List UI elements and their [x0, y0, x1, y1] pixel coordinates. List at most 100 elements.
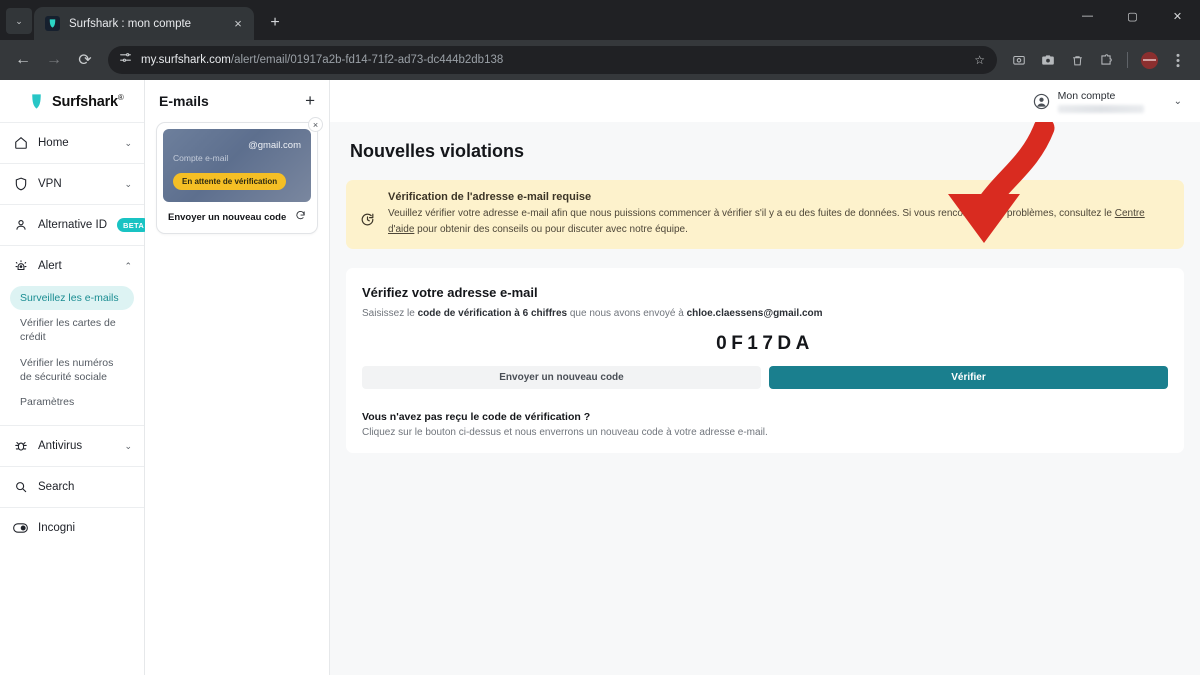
- desc-bold: code de vérification à 6 chiffres: [417, 308, 568, 319]
- desc-part2: que nous avons envoyé à: [567, 308, 687, 319]
- sidebar-item-label: Incogni: [38, 522, 76, 535]
- sidebar-item-home[interactable]: Home ⌄: [0, 122, 144, 163]
- incogni-icon: [13, 521, 28, 536]
- browser-toolbar: ← → ⟳ my.surfshark.com/alert/email/01917…: [0, 40, 1200, 80]
- minimize-button[interactable]: —: [1065, 0, 1110, 32]
- tab-strip: ⌄ Surfshark : mon compte × + — ▢ ✕: [0, 0, 1200, 40]
- account-menu[interactable]: Mon compte ⌄: [1033, 90, 1182, 113]
- trademark-symbol: ®: [117, 92, 124, 102]
- account-email-redacted: [1057, 104, 1144, 113]
- content-scroll: Nouvelles violations Vérification de l'a…: [330, 122, 1200, 675]
- sidebar-item-label: Alternative ID: [38, 219, 108, 231]
- emails-panel: E-mails + × @gmail.com Compte e-mail En …: [145, 80, 330, 675]
- verify-email-card: Vérifiez votre adresse e-mail Saisissez …: [346, 268, 1184, 453]
- sidebar-item-vpn[interactable]: VPN ⌄: [0, 163, 144, 204]
- main-area: Mon compte ⌄ Nouvelles violations Vérifi…: [330, 80, 1200, 675]
- chevron-down-icon: ⌄: [124, 178, 132, 189]
- tab-title: Surfshark : mon compte: [69, 17, 192, 30]
- sidebar: Surfshark® Home ⌄ VPN ⌄ Alternative ID B…: [0, 80, 151, 675]
- close-window-button[interactable]: ✕: [1155, 0, 1200, 32]
- sidebar-subitem-social-security[interactable]: Vérifier les numéros de sécurité sociale: [10, 351, 134, 389]
- bug-icon: [13, 439, 28, 454]
- verify-card-heading: Vérifiez votre adresse e-mail: [362, 285, 538, 300]
- new-tab-button[interactable]: +: [262, 10, 288, 36]
- reload-button[interactable]: ⟳: [71, 46, 99, 74]
- toolbar-divider: [1127, 52, 1128, 68]
- verification-code-input[interactable]: [635, 333, 895, 355]
- sidebar-item-search[interactable]: Search: [0, 466, 144, 507]
- recipient-email: chloe.claessens@gmail.com: [686, 308, 823, 319]
- bookmark-star-icon[interactable]: ☆: [974, 53, 985, 67]
- status-badge: En attente de vérification: [173, 173, 287, 190]
- shield-icon: [13, 177, 28, 192]
- url-host: my.surfshark.com: [141, 54, 231, 66]
- clock-refresh-icon: [360, 191, 377, 237]
- alert-subnav: Surveillez les e-mails Vérifier les cart…: [0, 286, 144, 425]
- desc-part1: Saisissez le: [362, 308, 418, 319]
- brand-logo-area[interactable]: Surfshark®: [0, 80, 144, 122]
- verify-card-description: Saisissez le code de vérification à 6 ch…: [362, 308, 1168, 319]
- maximize-button[interactable]: ▢: [1110, 0, 1155, 32]
- forward-button[interactable]: →: [40, 46, 68, 74]
- extensions-icon[interactable]: [1093, 47, 1119, 73]
- address-bar[interactable]: my.surfshark.com/alert/email/01917a2b-fd…: [108, 46, 997, 74]
- page-title: Nouvelles violations: [350, 141, 525, 161]
- email-card[interactable]: × @gmail.com Compte e-mail En attente de…: [156, 117, 323, 234]
- chevron-up-icon: ⌃: [124, 260, 132, 271]
- refresh-icon[interactable]: [295, 210, 306, 224]
- email-card-body: @gmail.com Compte e-mail En attente de v…: [163, 129, 311, 202]
- sidebar-item-antivirus[interactable]: Antivirus ⌄: [0, 425, 144, 466]
- browser-tab[interactable]: Surfshark : mon compte ×: [34, 7, 254, 40]
- code-input-wrap: [362, 326, 1168, 366]
- home-icon: [13, 136, 28, 151]
- verify-button[interactable]: Vérifier: [769, 366, 1168, 389]
- sidebar-item-label: Alert: [38, 260, 62, 272]
- banner-title: Vérification de l'adresse e-mail requise: [388, 191, 592, 203]
- verification-required-banner: Vérification de l'adresse e-mail requise…: [346, 180, 1184, 249]
- sidebar-item-label: VPN: [38, 178, 62, 190]
- profile-avatar[interactable]: [1136, 47, 1162, 73]
- window-controls: — ▢ ✕: [1065, 0, 1200, 40]
- chevron-down-icon[interactable]: ⌄: [1174, 96, 1182, 107]
- surfshark-icon: [45, 16, 60, 31]
- emails-panel-title: E-mails: [159, 93, 209, 109]
- url-path: /alert/email/01917a2b-fd14-71f2-ad73-dc4…: [230, 54, 504, 66]
- sidebar-item-incogni[interactable]: Incogni: [0, 507, 144, 548]
- verify-actions: Envoyer un nouveau code Vérifier: [362, 366, 1168, 389]
- page-content: Surfshark® Home ⌄ VPN ⌄ Alternative ID B…: [0, 80, 1200, 675]
- alert-icon: [13, 259, 28, 274]
- sidebar-item-label: Antivirus: [38, 440, 83, 453]
- resend-code-button[interactable]: Envoyer un nouveau code: [362, 366, 761, 389]
- account-label: Mon compte: [1057, 89, 1116, 102]
- chevron-down-icon: ⌄: [124, 440, 132, 451]
- sidebar-item-label: Search: [38, 481, 75, 494]
- email-card-subtitle: Compte e-mail: [173, 153, 229, 163]
- sidebar-item-alternative-id[interactable]: Alternative ID BETA: [0, 204, 151, 245]
- screenshot-icon[interactable]: [1006, 47, 1032, 73]
- surfshark-icon: [32, 93, 41, 109]
- sidebar-subitem-monitor-emails[interactable]: Surveillez les e-mails: [10, 286, 134, 311]
- banner-body: Veuillez vérifier votre adresse e-mail a…: [388, 206, 1170, 237]
- tab-search-button[interactable]: ⌄: [6, 8, 32, 34]
- tune-icon[interactable]: [119, 51, 132, 69]
- resend-code-row[interactable]: Envoyer un nouveau code: [163, 202, 311, 227]
- add-email-button[interactable]: +: [305, 91, 315, 111]
- camera-icon[interactable]: [1035, 47, 1061, 73]
- chevron-down-icon: ⌄: [15, 15, 23, 26]
- back-button[interactable]: ←: [9, 46, 37, 74]
- chevron-down-icon: ⌄: [124, 137, 132, 148]
- account-circle-icon: [1033, 93, 1050, 110]
- sidebar-subitem-settings[interactable]: Paramètres: [10, 390, 134, 414]
- browser-window: ⌄ Surfshark : mon compte × + — ▢ ✕ ← → ⟳…: [0, 0, 1200, 675]
- sidebar-subitem-credit-cards[interactable]: Vérifier les cartes de crédit: [10, 311, 134, 349]
- banner-body-part2: pour obtenir des conseils ou pour discut…: [414, 223, 688, 235]
- close-icon[interactable]: ×: [308, 117, 323, 132]
- top-bar: Mon compte ⌄: [330, 80, 1200, 122]
- close-icon[interactable]: ×: [230, 16, 246, 32]
- kebab-menu-icon[interactable]: [1165, 47, 1191, 73]
- brand-name: Surfshark®: [52, 92, 124, 110]
- emails-panel-header: E-mails +: [156, 80, 318, 122]
- trash-icon[interactable]: [1064, 47, 1090, 73]
- sidebar-item-alert[interactable]: Alert ⌃ Surveillez les e-mails Vérifier …: [0, 245, 144, 425]
- help-body: Cliquez sur le bouton ci-dessus et nous …: [362, 427, 768, 438]
